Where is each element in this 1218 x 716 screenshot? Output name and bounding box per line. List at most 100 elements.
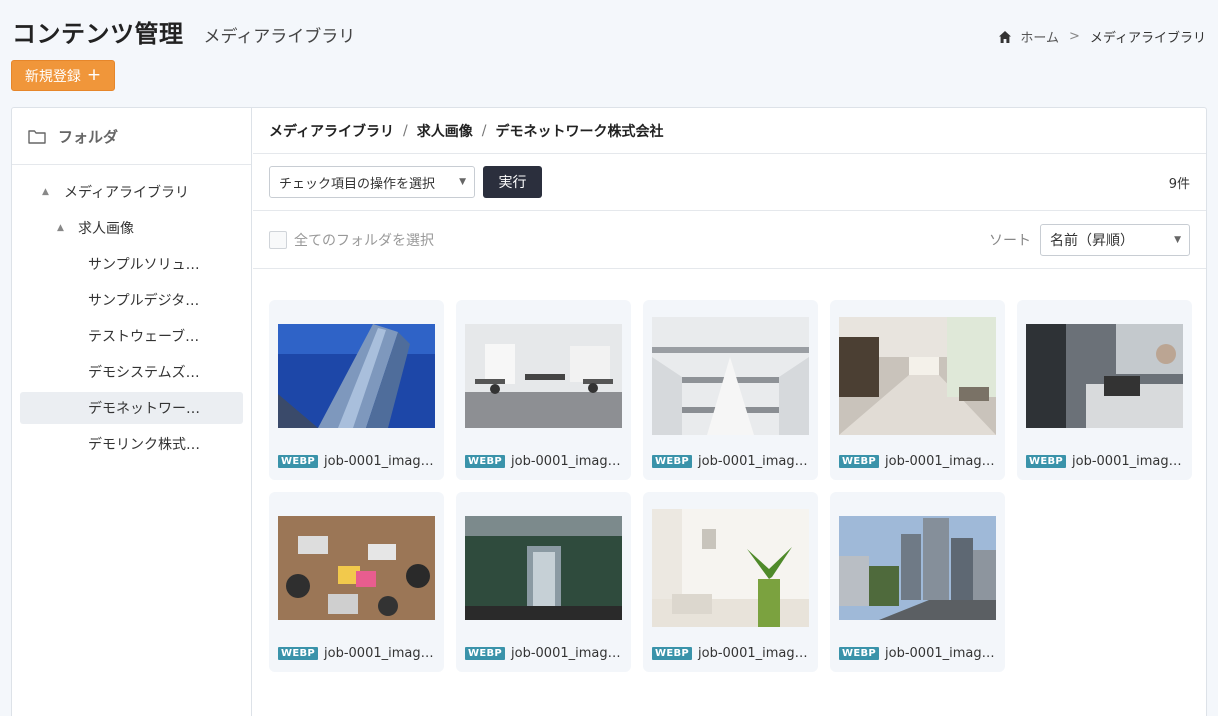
home-icon[interactable]	[998, 30, 1012, 44]
file-type-badge: WEBP	[465, 647, 506, 660]
tree-item-label: サンプルデジタ…	[88, 293, 200, 309]
tree-item-folder-selected[interactable]: デモネットワー…	[20, 392, 243, 424]
file-label: WEBP job-0001_imag…	[465, 646, 621, 661]
file-type-badge: WEBP	[839, 647, 880, 660]
tree-item-media-library[interactable]: ▲ メディアライブラリ	[12, 174, 251, 210]
breadcrumb: ホーム > メディアライブラリ	[998, 27, 1206, 46]
path-segment-job-images[interactable]: 求人画像	[417, 121, 473, 141]
execute-button[interactable]: 実行	[483, 166, 542, 198]
tree-item-label: デモネットワー…	[88, 401, 200, 417]
file-name[interactable]: job-0001_imag…	[885, 646, 995, 661]
thumbnail-image[interactable]	[1026, 317, 1183, 435]
new-register-label: 新規登録	[24, 68, 81, 85]
tree-item-folder[interactable]: サンプルデジタ…	[12, 282, 251, 318]
thumbnail-image[interactable]	[652, 509, 809, 627]
caret-up-icon[interactable]: ▲	[42, 187, 54, 197]
file-type-badge: WEBP	[278, 455, 319, 468]
sidebar-title: フォルダ	[58, 127, 119, 146]
chevron-down-icon: ▼	[459, 177, 466, 187]
media-card[interactable]: WEBP job-0001_imag…	[456, 300, 631, 480]
sort-value: 名前（昇順）	[1050, 232, 1134, 249]
bulk-action-select[interactable]: チェック項目の操作を選択 ▼	[269, 166, 475, 198]
file-label: WEBP job-0001_imag…	[652, 454, 808, 469]
bulk-action-value: チェック項目の操作を選択	[279, 176, 436, 192]
media-card[interactable]: WEBP job-0001_imag…	[830, 492, 1005, 672]
media-card[interactable]: WEBP job-0001_imag…	[1017, 300, 1192, 480]
filter-bar: 全てのフォルダを選択 ソート 名前（昇順） ▼	[253, 211, 1206, 269]
tree-item-label: テストウェーブ…	[88, 329, 200, 345]
file-label: WEBP job-0001_imag…	[839, 646, 995, 661]
tree-item-label: デモリンク株式…	[88, 437, 200, 453]
page-subtitle: メディアライブラリ	[203, 27, 356, 47]
media-grid: WEBP job-0001_imag… WEBP job-0001_imag… …	[269, 300, 1192, 672]
sort-label: ソート	[989, 232, 1031, 249]
folder-path: メディアライブラリ / 求人画像 / デモネットワーク株式会社	[253, 108, 1206, 154]
folder-icon	[28, 129, 46, 144]
file-label: WEBP job-0001_imag…	[652, 646, 808, 661]
sort-select[interactable]: 名前（昇順） ▼	[1040, 223, 1190, 256]
breadcrumb-separator: >	[1069, 29, 1080, 44]
breadcrumb-home-link[interactable]: ホーム	[1020, 27, 1059, 46]
new-register-button[interactable]: 新規登録 +	[11, 60, 115, 91]
page-header: コンテンツ管理 メディアライブラリ	[12, 14, 355, 49]
tree-item-folder[interactable]: デモリンク株式…	[12, 426, 251, 462]
file-label: WEBP job-0001_imag…	[278, 646, 434, 661]
media-card[interactable]: WEBP job-0001_imag…	[643, 492, 818, 672]
file-name[interactable]: job-0001_imag…	[698, 646, 808, 661]
file-type-badge: WEBP	[1026, 455, 1067, 468]
tree-item-label: メディアライブラリ	[64, 185, 190, 201]
file-name[interactable]: job-0001_imag…	[511, 646, 621, 661]
content-panel: フォルダ ▲ メディアライブラリ ▲ 求人画像 サンプルソリュ… サンプルデジタ…	[11, 107, 1207, 716]
file-name[interactable]: job-0001_imag…	[885, 454, 995, 469]
media-card[interactable]: WEBP job-0001_imag…	[269, 492, 444, 672]
file-type-badge: WEBP	[465, 455, 506, 468]
thumbnail-image[interactable]	[839, 317, 996, 435]
tree-item-label: デモシステムズ…	[88, 365, 200, 381]
caret-up-icon[interactable]: ▲	[57, 223, 69, 233]
bulk-toolbar: チェック項目の操作を選択 ▼ 実行 9件	[253, 154, 1206, 211]
tree-item-job-images[interactable]: ▲ 求人画像	[12, 210, 251, 246]
file-type-badge: WEBP	[839, 455, 880, 468]
tree-item-label: 求人画像	[78, 221, 134, 237]
path-separator: /	[403, 122, 408, 139]
file-label: WEBP job-0001_imag…	[839, 454, 995, 469]
folder-tree: ▲ メディアライブラリ ▲ 求人画像 サンプルソリュ… サンプルデジタ… テスト…	[12, 165, 251, 462]
file-type-badge: WEBP	[652, 647, 693, 660]
thumbnail-image[interactable]	[465, 317, 622, 435]
tree-item-folder[interactable]: サンプルソリュ…	[12, 246, 251, 282]
select-all-checkbox[interactable]	[269, 230, 287, 249]
tree-item-label: サンプルソリュ…	[88, 257, 200, 273]
file-type-badge: WEBP	[278, 647, 319, 660]
path-separator: /	[481, 122, 487, 139]
file-label: WEBP job-0001_imag…	[1026, 454, 1182, 469]
breadcrumb-current: メディアライブラリ	[1089, 31, 1206, 46]
thumbnail-image[interactable]	[652, 317, 809, 435]
plus-icon: +	[86, 65, 102, 85]
file-name[interactable]: job-0001_imag…	[324, 454, 434, 469]
path-segment-library[interactable]: メディアライブラリ	[269, 121, 394, 141]
file-type-badge: WEBP	[652, 455, 693, 468]
thumbnail-image[interactable]	[278, 317, 435, 435]
select-all-label[interactable]: 全てのフォルダを選択	[294, 230, 434, 250]
thumbnail-image[interactable]	[465, 509, 622, 627]
media-card[interactable]: WEBP job-0001_imag…	[643, 300, 818, 480]
path-segment-current: デモネットワーク株式会社	[495, 123, 664, 140]
media-card[interactable]: WEBP job-0001_imag…	[456, 492, 631, 672]
thumbnail-image[interactable]	[278, 509, 435, 627]
thumbnail-image[interactable]	[839, 509, 996, 627]
file-name[interactable]: job-0001_imag…	[698, 454, 808, 469]
file-label: WEBP job-0001_imag…	[278, 454, 434, 469]
folder-sidebar: フォルダ ▲ メディアライブラリ ▲ 求人画像 サンプルソリュ… サンプルデジタ…	[12, 108, 252, 716]
file-name[interactable]: job-0001_imag…	[324, 646, 434, 661]
item-count: 9件	[1168, 176, 1190, 192]
file-name[interactable]: job-0001_imag…	[511, 454, 621, 469]
chevron-down-icon: ▼	[1174, 234, 1181, 245]
media-card[interactable]: WEBP job-0001_imag…	[830, 300, 1005, 480]
file-label: WEBP job-0001_imag…	[465, 454, 621, 469]
media-card[interactable]: WEBP job-0001_imag…	[269, 300, 444, 480]
tree-item-folder[interactable]: デモシステムズ…	[12, 354, 251, 390]
tree-item-folder[interactable]: テストウェーブ…	[12, 318, 251, 354]
sort-area: ソート 名前（昇順） ▼	[989, 223, 1190, 256]
sidebar-header: フォルダ	[12, 108, 251, 165]
file-name[interactable]: job-0001_imag…	[1072, 454, 1182, 469]
